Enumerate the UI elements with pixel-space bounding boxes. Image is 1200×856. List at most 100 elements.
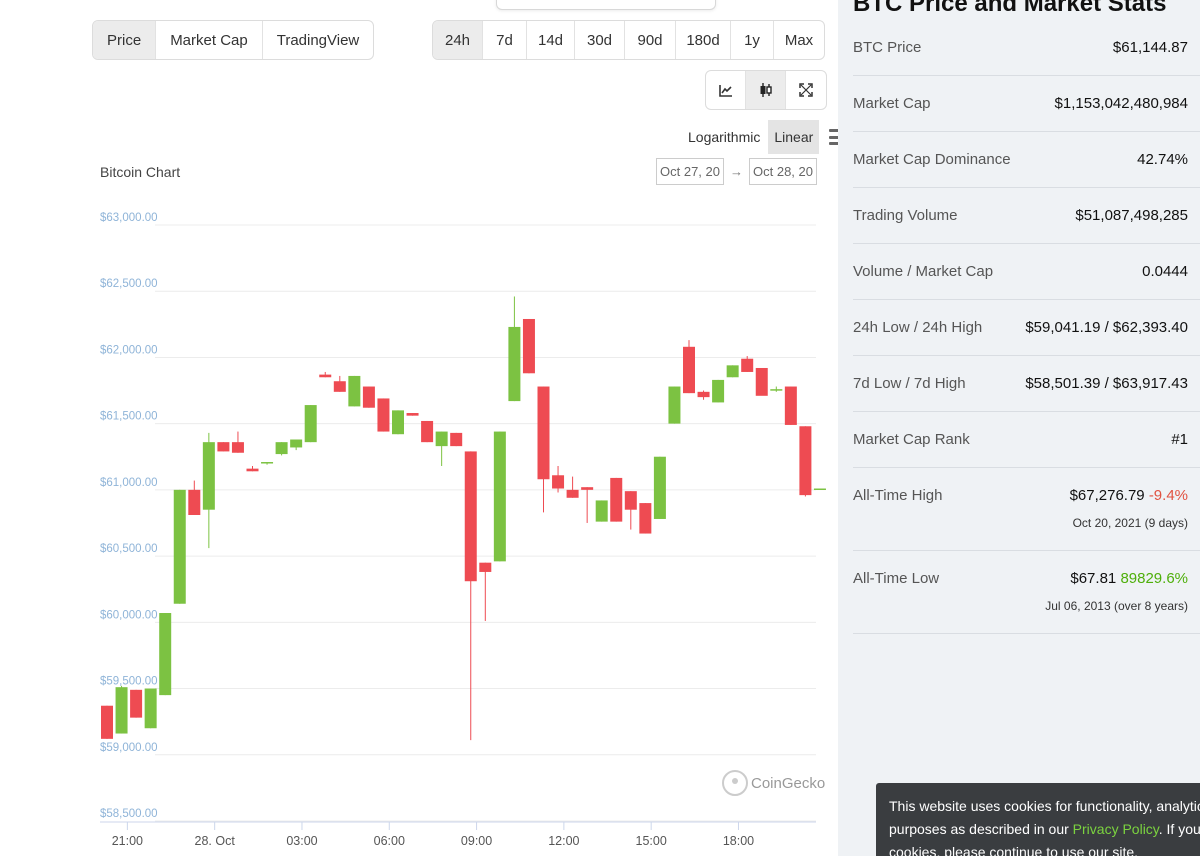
y-tick-label: $60,500.00	[100, 543, 158, 555]
candle-body	[261, 462, 274, 464]
stats-title: BTC Price and Market Stats	[853, 0, 1167, 17]
y-tick-label: $61,000.00	[100, 477, 158, 489]
candle-body	[741, 358, 754, 372]
stat-row-market-cap: Market Cap $1,153,042,480,984	[853, 76, 1200, 132]
stat-row-ath: All-Time High $67,276.79 -9.4% Oct 20, 2…	[853, 468, 1200, 551]
stat-row-volume-market-cap: Volume / Market Cap 0.0444	[853, 244, 1200, 300]
stat-value: $59,041.19 / $62,393.40	[1025, 319, 1188, 336]
candle-body	[275, 442, 288, 455]
candle-body	[639, 503, 652, 534]
market-stats-panel: BTC Price and Market Stats BTC Price $61…	[838, 0, 1200, 856]
y-tick-label: $59,500.00	[100, 676, 158, 688]
candle-body	[726, 365, 739, 378]
candle-body	[813, 488, 826, 491]
stat-label: 24h Low / 24h High	[853, 319, 983, 336]
stat-label: Market Cap	[853, 95, 931, 112]
candle-body	[406, 413, 419, 416]
stat-row-price: BTC Price $61,144.87	[853, 20, 1200, 76]
candle-body	[144, 688, 157, 729]
x-tick-label: 03:00	[286, 834, 317, 848]
candle-body	[683, 346, 695, 394]
stat-row-dominance: Market Cap Dominance 42.74%	[853, 132, 1200, 188]
stat-value: $1,153,042,480,984	[1054, 95, 1188, 112]
candle-body	[799, 426, 812, 496]
cookie-text-line-1: This website uses cookies for functional…	[889, 798, 1200, 814]
atl-date: Jul 06, 2013 (over 8 years)	[1045, 599, 1188, 613]
stat-label: BTC Price	[853, 39, 922, 56]
candle-body	[508, 326, 521, 402]
stat-label: Trading Volume	[853, 207, 958, 224]
x-tick-label: 18:00	[723, 834, 754, 848]
x-tick-label: 09:00	[461, 834, 492, 848]
candle-body	[450, 432, 463, 447]
ath-change: -9.4%	[1148, 487, 1188, 504]
stat-label: Volume / Market Cap	[853, 263, 994, 280]
candle-body	[697, 391, 710, 398]
x-tick-label: 15:00	[636, 834, 667, 848]
stat-row-rank: Market Cap Rank #1	[853, 412, 1200, 468]
candle-body	[770, 389, 783, 391]
stat-row-atl: All-Time Low $67.81 89829.6% Jul 06, 201…	[853, 551, 1200, 634]
candle-body	[479, 562, 492, 572]
candle-body	[348, 375, 361, 407]
stat-label: Market Cap Dominance	[853, 151, 1011, 168]
stat-value: #1	[1171, 431, 1188, 448]
stat-row-volume: Trading Volume $51,087,498,285	[853, 188, 1200, 244]
cookie-text-line-3: cookies, please continue to use our site…	[889, 844, 1139, 856]
candle-body	[304, 405, 317, 443]
privacy-policy-link[interactable]: Privacy Policy	[1073, 821, 1159, 837]
stat-label: All-Time Low	[853, 570, 940, 587]
cookie-banner: This website uses cookies for functional…	[876, 783, 1200, 856]
coingecko-watermark: CoinGecko	[722, 770, 825, 796]
stat-row-24h-range: 24h Low / 24h High $59,041.19 / $62,393.…	[853, 300, 1200, 356]
candle-body	[362, 386, 375, 408]
candle-body	[130, 689, 143, 718]
candle-body	[610, 477, 623, 522]
candle-body	[188, 489, 201, 515]
y-tick-label: $62,000.00	[100, 344, 158, 356]
x-tick-label: 12:00	[548, 834, 579, 848]
candle-body	[333, 381, 346, 392]
atl-value: $67.81	[1070, 570, 1117, 587]
stat-value: $58,501.39 / $63,917.43	[1025, 375, 1188, 392]
candle-body	[231, 442, 244, 453]
y-tick-label: $58,500.00	[100, 808, 158, 820]
y-tick-label: $59,000.00	[100, 742, 158, 754]
price-chart: $63,000.00 $62,500.00 $62,000.00 $61,500.00…	[100, 212, 826, 848]
candle-body	[522, 318, 535, 374]
stat-value: $67.81 89829.6%	[1070, 570, 1188, 587]
candle-body	[115, 687, 128, 734]
stats-table: BTC Price $61,144.87 Market Cap $1,153,0…	[853, 20, 1200, 634]
candle-body	[435, 431, 448, 447]
watermark-text: CoinGecko	[751, 774, 826, 792]
candle-body	[290, 439, 303, 448]
candle-body	[101, 705, 113, 739]
y-tick-label: $63,000.00	[100, 212, 158, 224]
stat-value: $51,087,498,285	[1075, 207, 1188, 224]
candle-body	[537, 386, 550, 480]
stat-value: 0.0444	[1142, 263, 1188, 280]
candle-body	[159, 613, 172, 696]
candle-body	[392, 410, 404, 435]
candle-body	[246, 468, 259, 472]
candle-body	[217, 442, 230, 452]
candle-body	[202, 442, 215, 510]
candle-body	[624, 491, 637, 510]
candle-body	[552, 475, 565, 489]
candle-body	[712, 379, 725, 403]
ath-date: Oct 20, 2021 (9 days)	[1072, 516, 1188, 530]
candle-body	[173, 489, 186, 604]
stat-label: 7d Low / 7d High	[853, 375, 966, 392]
stat-value: 42.74%	[1137, 151, 1188, 168]
atl-change: 89829.6%	[1120, 570, 1188, 587]
candle-body	[581, 487, 594, 490]
x-tick-label: 28. Oct	[195, 834, 236, 848]
candle-body	[595, 500, 608, 522]
candle-body	[653, 456, 666, 519]
ath-value: $67,276.79	[1069, 487, 1145, 504]
candle-body	[784, 386, 797, 425]
candle-body	[755, 367, 768, 396]
stat-label: Market Cap Rank	[853, 431, 970, 448]
candle-body	[668, 386, 681, 424]
y-tick-label: $61,500.00	[100, 411, 158, 423]
